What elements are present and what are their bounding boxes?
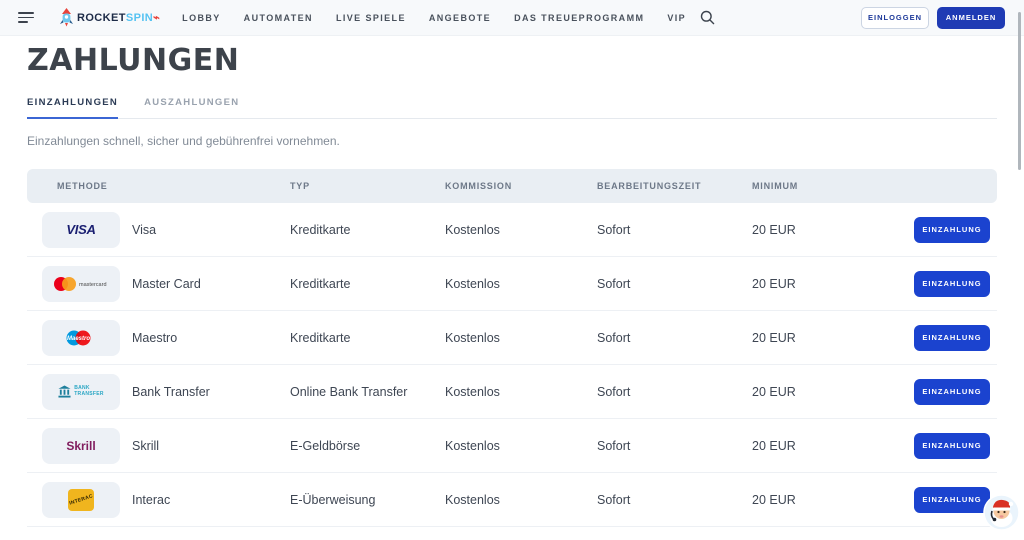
- method-name: Skrill: [132, 439, 290, 453]
- method-commission: Kostenlos: [445, 493, 597, 507]
- scrollbar-thumb[interactable]: [1018, 12, 1021, 170]
- method-minimum: 20 EUR: [752, 277, 897, 291]
- support-agent-icon: [983, 494, 1020, 531]
- page-subtitle: Einzahlungen schnell, sicher und gebühre…: [27, 134, 997, 148]
- method-commission: Kostenlos: [445, 277, 597, 291]
- method-name: Interac: [132, 493, 290, 507]
- method-processing-time: Sofort: [597, 385, 752, 399]
- method-minimum: 20 EUR: [752, 439, 897, 453]
- column-header-methode: METHODE: [42, 181, 290, 191]
- column-header-minimum: MINIMUM: [752, 181, 897, 191]
- method-commission: Kostenlos: [445, 331, 597, 345]
- method-type: E-Überweisung: [290, 493, 445, 507]
- payments-table-body: VISA Visa Kreditkarte Kostenlos Sofort 2…: [27, 203, 997, 527]
- table-row: VISA Visa Kreditkarte Kostenlos Sofort 2…: [27, 203, 997, 257]
- method-type: Kreditkarte: [290, 223, 445, 237]
- rocket-icon: [59, 8, 74, 27]
- svg-text:mastercard: mastercard: [79, 282, 107, 288]
- method-commission: Kostenlos: [445, 385, 597, 399]
- method-type: E-Geldbörse: [290, 439, 445, 453]
- login-button[interactable]: EINLOGGEN: [861, 7, 929, 29]
- brand-logo[interactable]: ROCKETSPIN⌁: [59, 8, 160, 27]
- method-commission: Kostenlos: [445, 223, 597, 237]
- payments-page: ZAHLUNGEN EINZAHLUNGEN AUSZAHLUNGEN Einz…: [0, 43, 1024, 527]
- search-icon[interactable]: [700, 10, 715, 25]
- table-row: mastercard Master Card Kreditkarte Koste…: [27, 257, 997, 311]
- nav-item-automaten[interactable]: AUTOMATEN: [244, 13, 313, 23]
- payment-logo-tile: Skrill: [42, 428, 120, 464]
- method-name: Master Card: [132, 277, 290, 291]
- column-header-bearbeitungszeit: BEARBEITUNGSZEIT: [597, 181, 752, 191]
- interac-logo-icon: INTERAC: [68, 489, 94, 511]
- method-name: Maestro: [132, 331, 290, 345]
- top-navigation: ROCKETSPIN⌁ LOBBY AUTOMATEN LIVE SPIELE …: [0, 0, 1024, 36]
- page-scrollbar[interactable]: [1014, 0, 1024, 540]
- svg-text:Maestro: Maestro: [67, 336, 90, 342]
- deposit-button[interactable]: EINZAHLUNG: [914, 433, 990, 459]
- payment-logo-tile: INTERAC: [42, 482, 120, 518]
- nav-item-lobby[interactable]: LOBBY: [182, 13, 221, 23]
- payment-logo-tile: mastercard: [42, 266, 120, 302]
- tab-auszahlungen[interactable]: AUSZAHLUNGEN: [144, 97, 239, 119]
- method-type: Kreditkarte: [290, 277, 445, 291]
- method-type: Kreditkarte: [290, 331, 445, 345]
- table-row: Maestro Maestro Kreditkarte Kostenlos So…: [27, 311, 997, 365]
- table-header-row: METHODE TYP KOMMISSION BEARBEITUNGSZEIT …: [27, 169, 997, 203]
- nav-item-vip[interactable]: VIP: [667, 13, 686, 23]
- deposit-button[interactable]: EINZAHLUNG: [914, 217, 990, 243]
- nav-item-live-spiele[interactable]: LIVE SPIELE: [336, 13, 406, 23]
- payment-logo-tile: VISA: [42, 212, 120, 248]
- brand-logo-text: ROCKETSPIN⌁: [77, 11, 160, 24]
- support-chat-button[interactable]: [983, 494, 1020, 531]
- method-processing-time: Sofort: [597, 331, 752, 345]
- deposit-button[interactable]: EINZAHLUNG: [914, 487, 990, 513]
- deposit-button[interactable]: EINZAHLUNG: [914, 379, 990, 405]
- payments-table: METHODE TYP KOMMISSION BEARBEITUNGSZEIT …: [27, 169, 997, 527]
- skrill-logo-icon: Skrill: [66, 439, 95, 453]
- hamburger-menu-icon[interactable]: [18, 12, 35, 23]
- method-minimum: 20 EUR: [752, 331, 897, 345]
- column-header-typ: TYP: [290, 181, 445, 191]
- page-title: ZAHLUNGEN: [27, 43, 997, 78]
- bank-transfer-logo-icon: BANKTRANSFER: [58, 385, 104, 398]
- method-name: Bank Transfer: [132, 385, 290, 399]
- nav-item-angebote[interactable]: ANGEBOTE: [429, 13, 491, 23]
- payment-logo-tile: Maestro: [42, 320, 120, 356]
- deposit-button[interactable]: EINZAHLUNG: [914, 271, 990, 297]
- method-name: Visa: [132, 223, 290, 237]
- table-row: BANKTRANSFER Bank Transfer Online Bank T…: [27, 365, 997, 419]
- tab-einzahlungen[interactable]: EINZAHLUNGEN: [27, 97, 118, 119]
- method-minimum: 20 EUR: [752, 493, 897, 507]
- nav-item-treueprogramm[interactable]: DAS TREUEPROGRAMM: [514, 13, 644, 23]
- auth-buttons: EINLOGGEN ANMELDEN: [861, 7, 1005, 29]
- method-commission: Kostenlos: [445, 439, 597, 453]
- register-button[interactable]: ANMELDEN: [937, 7, 1005, 29]
- deposit-button[interactable]: EINZAHLUNG: [914, 325, 990, 351]
- column-header-kommission: KOMMISSION: [445, 181, 597, 191]
- method-processing-time: Sofort: [597, 493, 752, 507]
- maestro-logo-icon: Maestro: [62, 329, 100, 347]
- payments-tabs: EINZAHLUNGEN AUSZAHLUNGEN: [27, 97, 997, 119]
- main-menu: LOBBY AUTOMATEN LIVE SPIELE ANGEBOTE DAS…: [182, 13, 686, 23]
- method-minimum: 20 EUR: [752, 385, 897, 399]
- payment-logo-tile: BANKTRANSFER: [42, 374, 120, 410]
- method-processing-time: Sofort: [597, 439, 752, 453]
- table-row: INTERAC Interac E-Überweisung Kostenlos …: [27, 473, 997, 527]
- mastercard-logo-icon: mastercard: [52, 275, 110, 293]
- method-type: Online Bank Transfer: [290, 385, 445, 399]
- method-processing-time: Sofort: [597, 223, 752, 237]
- method-processing-time: Sofort: [597, 277, 752, 291]
- visa-logo-icon: VISA: [66, 222, 95, 237]
- table-row: Skrill Skrill E-Geldbörse Kostenlos Sofo…: [27, 419, 997, 473]
- method-minimum: 20 EUR: [752, 223, 897, 237]
